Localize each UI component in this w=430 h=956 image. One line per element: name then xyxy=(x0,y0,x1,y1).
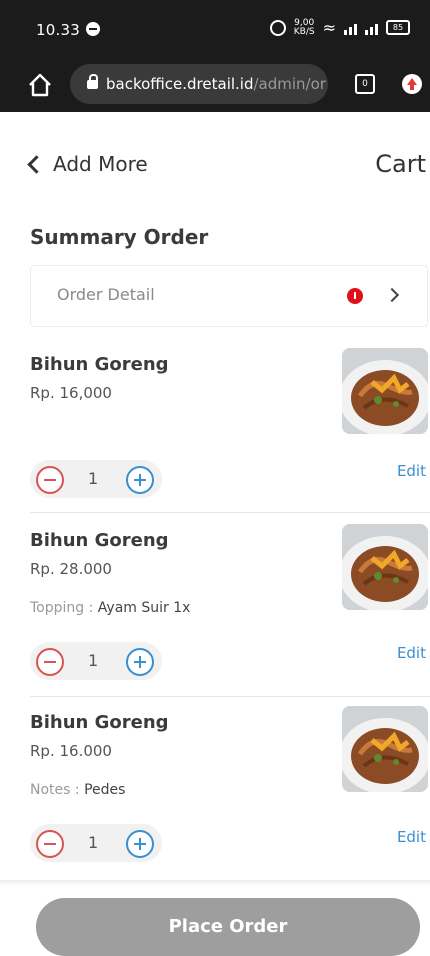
item-image xyxy=(342,348,428,434)
chevron-right-icon xyxy=(384,287,400,303)
footer-divider xyxy=(0,880,430,886)
url-path: /admin/or xyxy=(253,75,326,93)
item-price: Rp. 16,000 xyxy=(30,384,112,402)
notes-label: Notes : xyxy=(30,782,85,798)
decrease-button[interactable] xyxy=(36,830,64,858)
divider xyxy=(30,512,430,513)
item-price: Rp. 16.000 xyxy=(30,742,112,760)
signal-icon-2 xyxy=(365,21,378,35)
decrease-button[interactable] xyxy=(36,648,64,676)
item-name: Bihun Goreng xyxy=(30,530,169,551)
add-more-label: Add More xyxy=(53,152,148,176)
topping-label: Topping : xyxy=(30,600,98,616)
quantity-stepper: 1 xyxy=(30,824,162,862)
item-notes: Notes : Pedes xyxy=(30,782,125,798)
increase-button[interactable] xyxy=(126,466,154,494)
quantity-stepper: 1 xyxy=(30,642,162,680)
quantity-stepper: 1 xyxy=(30,460,162,498)
increase-button[interactable] xyxy=(126,830,154,858)
item-image xyxy=(342,706,428,792)
wifi-icon: ≈ xyxy=(322,18,336,37)
page-title: Cart xyxy=(375,150,426,178)
item-name: Bihun Goreng xyxy=(30,354,169,375)
edit-link[interactable]: Edit xyxy=(397,644,426,662)
edit-link[interactable]: Edit xyxy=(397,462,426,480)
home-icon[interactable] xyxy=(27,72,53,98)
quantity-value: 1 xyxy=(88,469,99,488)
url-host: backoffice.dretail.id xyxy=(106,75,254,93)
topping-value: Ayam Suir 1x xyxy=(97,600,191,616)
place-order-button[interactable]: Place Order xyxy=(36,898,420,956)
chevron-left-icon xyxy=(27,155,46,174)
decrease-button[interactable] xyxy=(36,466,64,494)
tabs-icon[interactable]: 0 xyxy=(355,74,375,94)
notification-icon xyxy=(86,22,100,36)
item-topping: Topping : Ayam Suir 1x xyxy=(30,600,190,616)
page-header: Add More Cart xyxy=(0,112,430,206)
order-detail-label: Order Detail xyxy=(57,285,155,304)
item-image xyxy=(342,524,428,610)
status-time: 10.33 xyxy=(36,21,80,39)
url-bar[interactable]: backoffice.dretail.id/admin/or xyxy=(70,64,328,104)
summary-order-title: Summary Order xyxy=(30,225,209,249)
battery-icon: 85 xyxy=(386,20,410,35)
url-text: backoffice.dretail.id/admin/or xyxy=(106,75,326,93)
divider xyxy=(30,696,430,697)
increase-button[interactable] xyxy=(126,648,154,676)
alert-icon xyxy=(347,288,363,304)
upload-icon[interactable] xyxy=(402,74,422,94)
edit-link[interactable]: Edit xyxy=(397,828,426,846)
item-price: Rp. 28.000 xyxy=(30,560,112,578)
lock-icon xyxy=(87,74,98,89)
alarm-icon xyxy=(269,19,286,36)
status-bar: 10.33 9,00 KB/S ≈ 85 xyxy=(0,0,430,62)
order-detail-row[interactable]: Order Detail xyxy=(30,265,428,327)
network-speed: 9,00 KB/S xyxy=(293,17,315,37)
quantity-value: 1 xyxy=(88,833,99,852)
notes-value: Pedes xyxy=(84,782,126,798)
status-icons: 9,00 KB/S ≈ 85 xyxy=(269,17,410,37)
add-more-button[interactable]: Add More xyxy=(27,152,148,176)
browser-bar: backoffice.dretail.id/admin/or 0 xyxy=(0,62,430,112)
signal-icon xyxy=(344,21,357,35)
item-name: Bihun Goreng xyxy=(30,712,169,733)
quantity-value: 1 xyxy=(88,651,99,670)
